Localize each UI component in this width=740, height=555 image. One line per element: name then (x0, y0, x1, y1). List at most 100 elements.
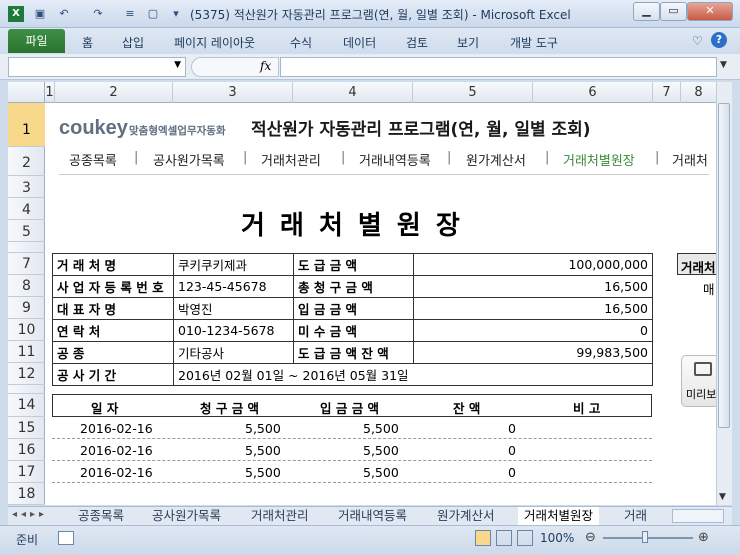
fx-icon[interactable]: fx (260, 59, 271, 73)
row-header-1[interactable]: 1 (8, 103, 45, 147)
sheet-nav-arrows-icon[interactable]: ◂◂▸▸ (12, 509, 48, 520)
worksheet[interactable]: coukey 맞춤형엑셀업무자동화 적산원가 자동관리 프로그램(연, 월, 일… (45, 103, 716, 505)
value-receivable[interactable]: 0 (413, 319, 653, 342)
value-work-type[interactable]: 기타공사 (173, 341, 294, 364)
normal-view-icon[interactable] (475, 530, 491, 546)
value-business-number[interactable]: 123-45-45678 (173, 275, 294, 298)
menu-item-clients-more[interactable]: 거래처 (672, 150, 708, 169)
row-header-4[interactable]: 4 (8, 198, 45, 220)
scroll-down-arrow-icon[interactable]: ▼ (719, 492, 726, 502)
value-total-charge[interactable]: 16,500 (413, 275, 653, 298)
value-contract-balance[interactable]: 99,983,500 (413, 341, 653, 364)
name-box[interactable]: ▼ (8, 57, 186, 77)
zoom-slider[interactable] (603, 537, 693, 539)
row-header-3[interactable]: 3 (8, 176, 45, 198)
minimize-button[interactable]: ▁ (633, 2, 660, 21)
save-icon[interactable]: ▣ (32, 6, 48, 22)
row-header-5[interactable]: 5 (8, 220, 45, 242)
row-header-18[interactable]: 18 (8, 483, 45, 505)
sheet-tab-cost-statement[interactable]: 원가계산서 (437, 507, 495, 525)
value-work-period[interactable]: 2016년 02월 01일 ~ 2016년 05월 31일 (173, 363, 653, 386)
row-header-10[interactable]: 10 (8, 319, 45, 341)
vertical-scroll-thumb[interactable] (718, 103, 730, 428)
sheet-tab-transactions[interactable]: 거래내역등록 (338, 507, 407, 525)
row-header-11[interactable]: 11 (8, 341, 45, 363)
column-header-5[interactable]: 5 (413, 82, 533, 103)
row-header-17[interactable]: 17 (8, 461, 45, 483)
tab-developer[interactable]: 개발 도구 (510, 34, 558, 51)
row-header-2[interactable]: 2 (8, 147, 45, 176)
menu-item-client-ledger[interactable]: 거래처별원장 (563, 150, 635, 169)
sheet-tab-client-ledger[interactable]: 거래처별원장 (518, 507, 600, 525)
row-header-12[interactable]: 12 (8, 363, 45, 385)
help-icon[interactable]: ? (711, 32, 727, 48)
sheet-tab-clients[interactable]: 거래처관리 (251, 507, 309, 525)
macro-record-icon[interactable] (58, 531, 74, 545)
menu-item-transactions[interactable]: 거래내역등록 (359, 150, 431, 169)
column-header-3[interactable]: 3 (173, 82, 293, 103)
preview-button[interactable]: 미리보 (681, 355, 716, 407)
value-deposit-amount[interactable]: 16,500 (413, 297, 653, 320)
sheet-tab-cost-list[interactable]: 공사원가목록 (152, 507, 221, 525)
row-header-15[interactable]: 15 (8, 417, 45, 439)
zoom-slider-thumb[interactable] (642, 531, 648, 543)
sheet-tab-more[interactable]: 거래 (624, 507, 666, 525)
name-box-dropdown-icon[interactable]: ▼ (174, 60, 181, 70)
table-row[interactable]: 2016-02-16 5,500 5,500 0 (52, 417, 652, 439)
file-tab[interactable]: 파일 (8, 29, 65, 53)
column-header-4[interactable]: 4 (293, 82, 413, 103)
ribbon-collapse-icon[interactable]: ♡ (692, 34, 703, 48)
tab-view[interactable]: 보기 (457, 34, 479, 51)
maximize-button[interactable]: ▭ (660, 2, 687, 21)
column-header-2[interactable]: 2 (55, 82, 173, 103)
value-contract-amount[interactable]: 100,000,000 (413, 253, 653, 276)
tab-formulas[interactable]: 수식 (290, 34, 312, 51)
page-layout-view-icon[interactable] (496, 530, 512, 546)
row-header-9[interactable]: 9 (8, 297, 45, 319)
formula-expand-icon[interactable]: ▼ (720, 60, 727, 70)
table-row[interactable]: 2016-02-16 5,500 5,500 0 (52, 461, 652, 483)
column-header-8[interactable]: 8 (681, 82, 716, 103)
value-contact[interactable]: 010-1234-5678 (173, 319, 294, 342)
select-all-corner[interactable] (8, 82, 45, 103)
page-break-view-icon[interactable] (517, 530, 533, 546)
value-client-name[interactable]: 쿠키쿠키제과 (173, 253, 294, 276)
row-header-16[interactable]: 16 (8, 439, 45, 461)
menu-item-clients[interactable]: 거래처관리 (261, 150, 321, 169)
table-row[interactable]: 2016-02-16 5,500 5,500 0 (52, 439, 652, 461)
tab-review[interactable]: 검토 (406, 34, 428, 51)
row-header-14[interactable]: 14 (8, 394, 45, 417)
quick-access-icon[interactable]: ≡ (122, 6, 138, 22)
horizontal-scrollbar[interactable] (672, 509, 724, 523)
zoom-in-icon[interactable]: ⊕ (698, 530, 709, 545)
column-header-1[interactable]: 1 (45, 82, 55, 103)
value-representative[interactable]: 박영진 (173, 297, 294, 320)
tab-insert[interactable]: 삽입 (122, 34, 144, 51)
col-header-deposit: 입 금 금 액 (320, 401, 380, 416)
menu-separator: | (341, 150, 346, 165)
formula-input[interactable] (280, 57, 717, 77)
sheet-tab-work-types[interactable]: 공종목록 (78, 507, 124, 525)
tab-page-layout[interactable]: 페이지 레이아웃 (174, 34, 255, 51)
monitor-icon (694, 362, 712, 376)
excel-icon[interactable]: X (8, 6, 24, 22)
close-button[interactable]: ✕ (687, 2, 733, 21)
tab-data[interactable]: 데이터 (343, 34, 376, 51)
customize-toolbar-icon[interactable]: ▾ (168, 6, 184, 22)
row-header-6[interactable] (8, 242, 45, 253)
redo-icon[interactable]: ↷ (90, 6, 106, 22)
zoom-out-icon[interactable]: ⊖ (585, 530, 596, 545)
row-header-7[interactable]: 7 (8, 253, 45, 275)
row-header-8[interactable]: 8 (8, 275, 45, 297)
undo-icon[interactable]: ↶ (56, 6, 72, 22)
column-header-6[interactable]: 6 (533, 82, 653, 103)
menu-item-work-types[interactable]: 공종목록 (69, 150, 117, 169)
camera-icon[interactable]: ▢ (145, 6, 161, 22)
menu-item-cost-list[interactable]: 공사원가목록 (153, 150, 225, 169)
zoom-level[interactable]: 100% (540, 531, 574, 545)
table-row[interactable] (52, 483, 652, 505)
row-header-13[interactable] (8, 385, 45, 394)
column-header-7[interactable]: 7 (653, 82, 681, 103)
tab-home[interactable]: 홈 (82, 34, 93, 51)
menu-item-cost-statement[interactable]: 원가계산서 (466, 150, 526, 169)
